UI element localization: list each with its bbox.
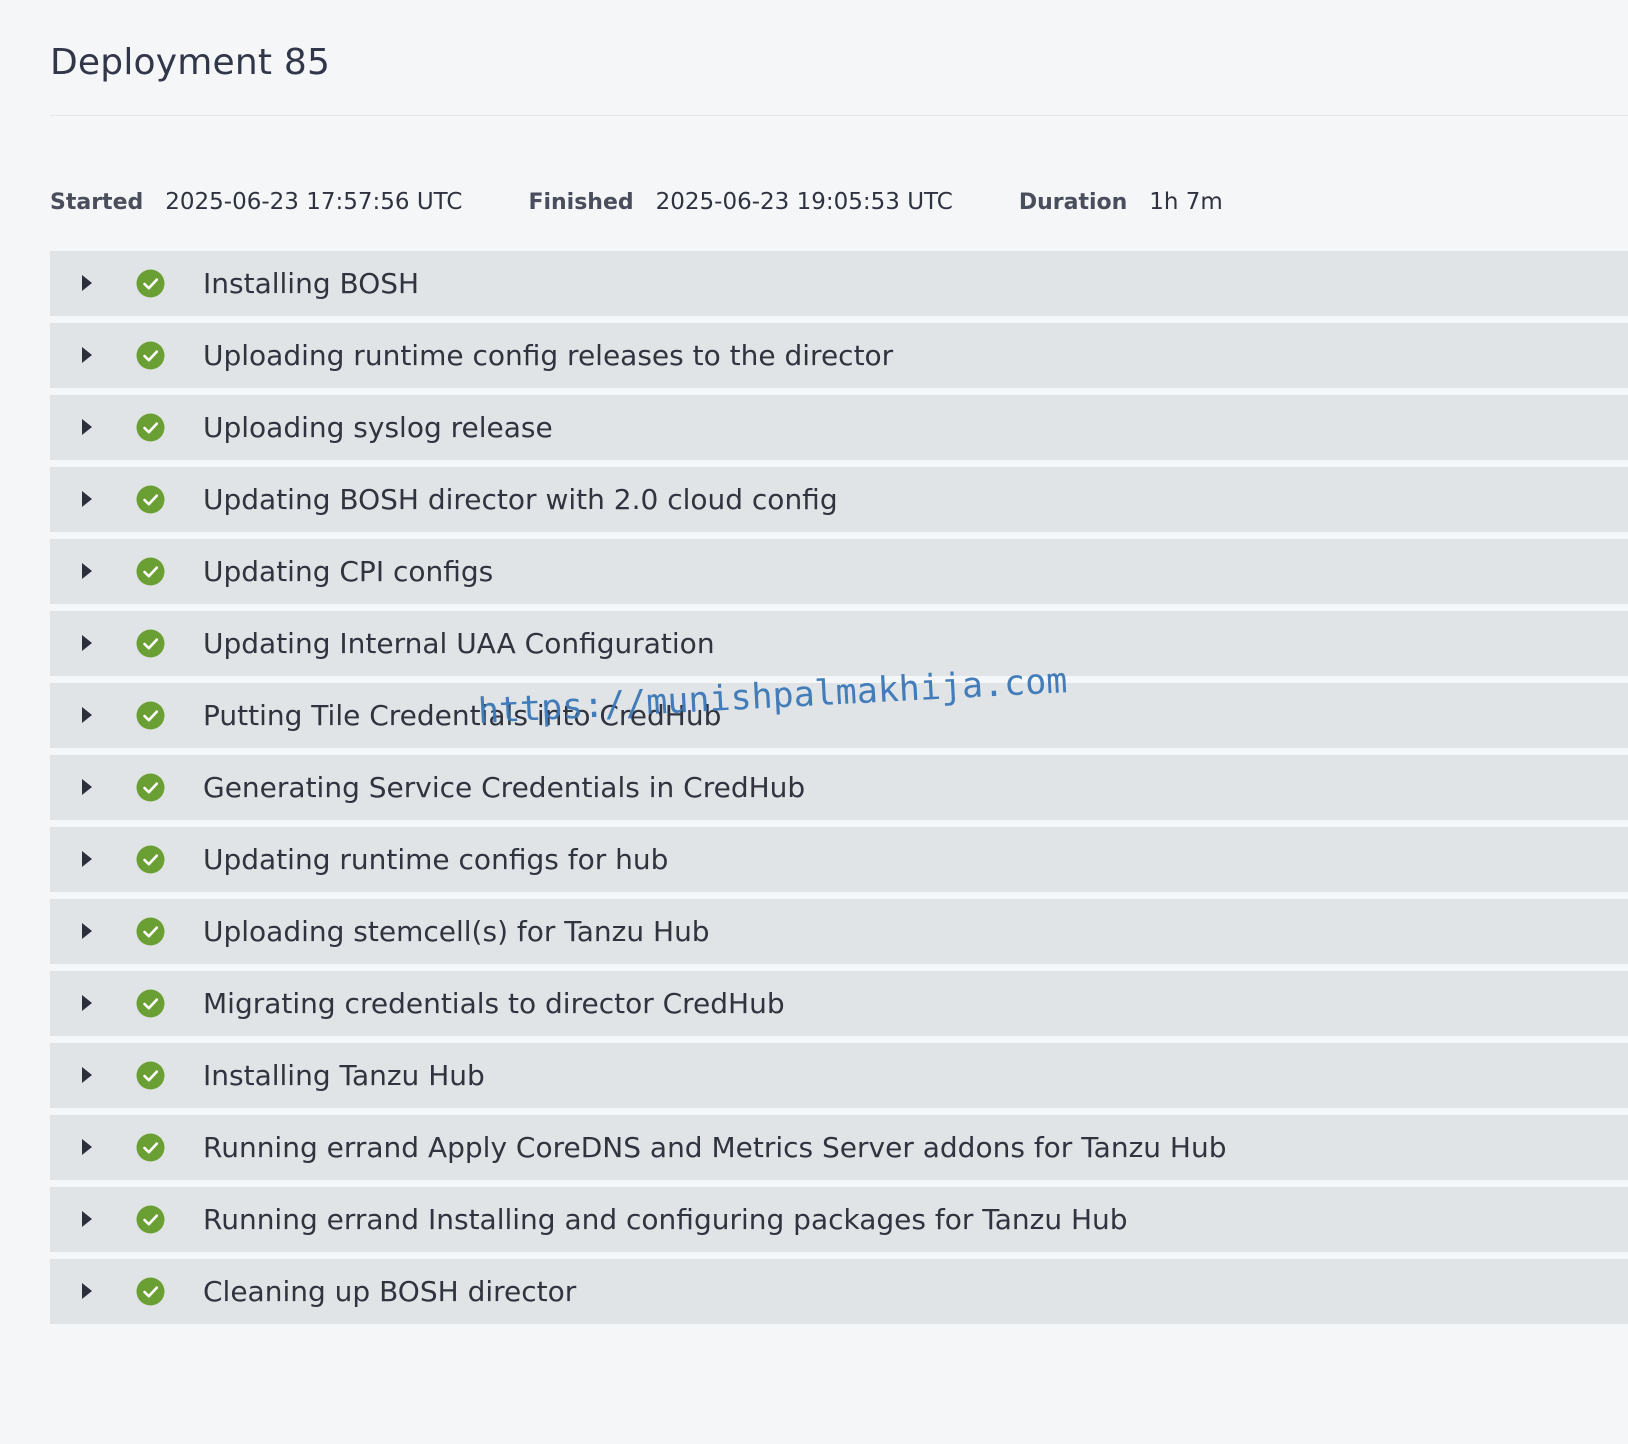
step-label: Uploading runtime config releases to the… (203, 339, 894, 372)
step-label: Installing Tanzu Hub (203, 1059, 485, 1092)
check-circle-icon (136, 701, 165, 730)
duration-group: Duration 1h 7m (1019, 189, 1223, 215)
step-row[interactable]: Uploading stemcell(s) for Tanzu Hub (50, 899, 1628, 964)
step-label: Putting Tile Credentials into CredHub (203, 699, 722, 732)
step-row[interactable]: Installing Tanzu Hub (50, 1043, 1628, 1108)
caret-right-icon[interactable] (79, 993, 95, 1013)
caret-right-icon[interactable] (79, 1281, 95, 1301)
step-row[interactable]: Migrating credentials to director CredHu… (50, 971, 1628, 1036)
finished-group: Finished 2025-06-23 19:05:53 UTC (528, 189, 952, 215)
check-circle-icon (136, 845, 165, 874)
step-label: Updating Internal UAA Configuration (203, 627, 715, 660)
check-circle-icon (136, 773, 165, 802)
step-row[interactable]: Running errand Apply CoreDNS and Metrics… (50, 1115, 1628, 1180)
check-circle-icon (136, 557, 165, 586)
caret-right-icon[interactable] (79, 777, 95, 797)
started-label: Started (50, 189, 144, 215)
step-label: Installing BOSH (203, 267, 420, 300)
step-label: Uploading stemcell(s) for Tanzu Hub (203, 915, 710, 948)
step-row[interactable]: Updating Internal UAA Configuration (50, 611, 1628, 676)
check-circle-icon (136, 1133, 165, 1162)
step-label: Cleaning up BOSH director (203, 1275, 577, 1308)
step-label: Updating runtime configs for hub (203, 843, 669, 876)
step-row[interactable]: Uploading syslog release (50, 395, 1628, 460)
duration-value: 1h 7m (1149, 189, 1223, 215)
check-circle-icon (136, 629, 165, 658)
started-value: 2025-06-23 17:57:56 UTC (165, 189, 463, 215)
title-divider (50, 115, 1628, 116)
caret-right-icon[interactable] (79, 417, 95, 437)
caret-right-icon[interactable] (79, 1209, 95, 1229)
caret-right-icon[interactable] (79, 705, 95, 725)
step-label: Running errand Installing and configurin… (203, 1203, 1128, 1236)
step-row[interactable]: Putting Tile Credentials into CredHub (50, 683, 1628, 748)
check-circle-icon (136, 1277, 165, 1306)
step-row[interactable]: Uploading runtime config releases to the… (50, 323, 1628, 388)
finished-value: 2025-06-23 19:05:53 UTC (655, 189, 953, 215)
step-row[interactable]: Installing BOSH (50, 251, 1628, 316)
caret-right-icon[interactable] (79, 561, 95, 581)
step-label: Uploading syslog release (203, 411, 553, 444)
caret-right-icon[interactable] (79, 345, 95, 365)
caret-right-icon[interactable] (79, 1065, 95, 1085)
caret-right-icon[interactable] (79, 273, 95, 293)
step-label: Migrating credentials to director CredHu… (203, 987, 785, 1020)
check-circle-icon (136, 989, 165, 1018)
step-row[interactable]: Generating Service Credentials in CredHu… (50, 755, 1628, 820)
step-label: Running errand Apply CoreDNS and Metrics… (203, 1131, 1227, 1164)
caret-right-icon[interactable] (79, 921, 95, 941)
check-circle-icon (136, 1205, 165, 1234)
deployment-meta: Started 2025-06-23 17:57:56 UTC Finished… (50, 186, 1289, 218)
check-circle-icon (136, 341, 165, 370)
step-label: Updating CPI configs (203, 555, 494, 588)
step-row[interactable]: Running errand Installing and configurin… (50, 1187, 1628, 1252)
step-row[interactable]: Updating runtime configs for hub (50, 827, 1628, 892)
page-title: Deployment 85 (50, 42, 331, 83)
step-row[interactable]: Cleaning up BOSH director (50, 1259, 1628, 1324)
finished-label: Finished (528, 189, 634, 215)
caret-right-icon[interactable] (79, 849, 95, 869)
step-label: Updating BOSH director with 2.0 cloud co… (203, 483, 838, 516)
step-row[interactable]: Updating BOSH director with 2.0 cloud co… (50, 467, 1628, 532)
duration-label: Duration (1018, 189, 1128, 215)
caret-right-icon[interactable] (79, 633, 95, 653)
step-row[interactable]: Updating CPI configs (50, 539, 1628, 604)
deployment-step-list: Installing BOSH Uploading runtime config… (50, 251, 1628, 1331)
check-circle-icon (136, 1061, 165, 1090)
check-circle-icon (136, 485, 165, 514)
check-circle-icon (136, 917, 165, 946)
check-circle-icon (136, 413, 165, 442)
step-label: Generating Service Credentials in CredHu… (203, 771, 806, 804)
caret-right-icon[interactable] (79, 489, 95, 509)
check-circle-icon (136, 269, 165, 298)
started-group: Started 2025-06-23 17:57:56 UTC (50, 189, 462, 215)
caret-right-icon[interactable] (79, 1137, 95, 1157)
